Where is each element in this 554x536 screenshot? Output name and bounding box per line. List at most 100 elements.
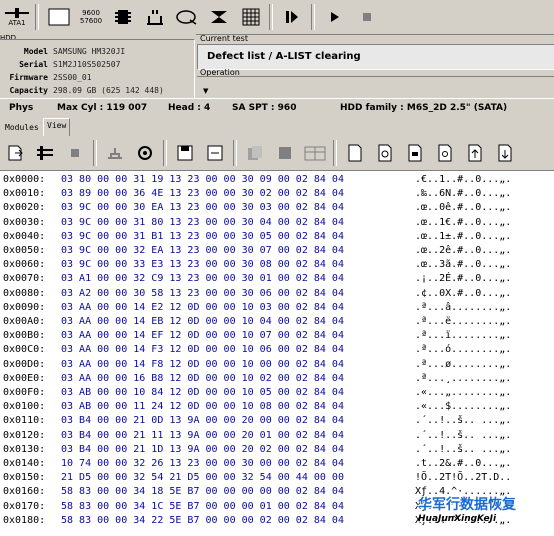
hex-row[interactable]: 0x0130: 03 B4 00 00 21 1D 13 9A 00 00 20 … [3, 443, 511, 456]
hex-bytes[interactable]: 03 A2 00 00 30 58 13 23 00 00 30 06 00 0… [61, 287, 344, 300]
disk-button[interactable] [172, 3, 202, 31]
hex-row[interactable]: 0x0090: 03 AA 00 00 14 E2 12 0D 00 00 10 … [3, 301, 511, 314]
hex-row[interactable]: 0x0160: 58 83 00 00 34 18 5E B7 00 00 00 … [3, 485, 511, 498]
hex-ascii[interactable]: .t..2&.#..0...„. [415, 457, 511, 470]
hex-ascii[interactable]: .´..!..š.. ...„. [415, 429, 511, 442]
hex-row[interactable]: 0x0020: 03 9C 00 00 30 EA 13 23 00 00 30 … [3, 201, 511, 214]
hex-row[interactable]: 0x00B0: 03 AA 00 00 14 EF 12 0D 00 00 10 … [3, 329, 511, 342]
hex-bytes[interactable]: 03 9C 00 00 31 B1 13 23 00 00 30 05 00 0… [61, 230, 344, 243]
export-button[interactable] [0, 139, 30, 167]
hex-row[interactable]: 0x0100: 03 AB 00 00 11 24 12 0D 00 00 10 … [3, 400, 511, 413]
hex-bytes[interactable]: 03 AA 00 00 16 B8 12 0D 00 00 10 02 00 0… [61, 372, 344, 385]
grid-button[interactable] [236, 3, 266, 31]
hex-bytes[interactable]: 03 89 00 00 36 4E 13 23 00 00 30 02 00 0… [61, 187, 344, 200]
stop-read-button[interactable] [60, 139, 90, 167]
hex-ascii[interactable]: .´..!..š.. ...„. [415, 443, 511, 456]
hex-bytes[interactable]: 03 9C 00 00 30 EA 13 23 00 00 30 03 00 0… [61, 201, 344, 214]
hex-bytes[interactable]: 58 83 00 00 34 1C 5E B7 00 00 00 01 00 0… [61, 500, 344, 513]
doc-gear-button[interactable] [370, 139, 400, 167]
hex-ascii[interactable]: .ª...¸........„. [415, 372, 511, 385]
hex-row[interactable]: 0x0180: 58 83 00 00 34 22 5E B7 00 00 00 … [3, 514, 511, 527]
config-button[interactable] [130, 139, 160, 167]
hex-row[interactable]: 0x00E0: 03 AA 00 00 16 B8 12 0D 00 00 10 … [3, 372, 511, 385]
hex-ascii[interactable]: .ª...ó........„. [415, 343, 511, 356]
hex-ascii[interactable]: .œ..2ê.#..0...„. [415, 244, 511, 257]
hex-bytes[interactable]: 03 AA 00 00 14 F8 12 0D 00 00 10 00 00 0… [61, 358, 344, 371]
dropdown-arrow-icon[interactable]: ▼ [203, 87, 208, 95]
remove-button[interactable] [100, 139, 130, 167]
hex-row[interactable]: 0x00A0: 03 AA 00 00 14 EB 12 0D 00 00 10 … [3, 315, 511, 328]
hex-row[interactable]: 0x0060: 03 9C 00 00 33 E3 13 23 00 00 30 … [3, 258, 511, 271]
hex-ascii[interactable]: .‰..6N.#..0...„. [415, 187, 511, 200]
hex-row[interactable]: 0x0140: 10 74 00 00 32 26 13 23 00 00 30 … [3, 457, 511, 470]
table-button[interactable] [300, 139, 330, 167]
chip-button[interactable] [108, 3, 138, 31]
hex-ascii[interactable]: .œ..0ê.#..0...„. [415, 201, 511, 214]
hex-ascii[interactable]: .ª...â........„. [415, 301, 511, 314]
hex-bytes[interactable]: 03 AB 00 00 11 24 12 0D 00 00 10 08 00 0… [61, 400, 344, 413]
step-button[interactable] [278, 3, 308, 31]
hex-bytes[interactable]: 03 B4 00 00 21 11 13 9A 00 00 20 01 00 0… [61, 429, 344, 442]
hex-row[interactable]: 0x0070: 03 A1 00 00 32 C9 13 23 00 00 30 … [3, 272, 511, 285]
hex-ascii[interactable]: .ª...ø........„. [415, 358, 511, 371]
hex-bytes[interactable]: 58 83 00 00 34 22 5E B7 00 00 00 02 00 0… [61, 514, 344, 527]
hex-row[interactable]: 0x0080: 03 A2 00 00 30 58 13 23 00 00 30 … [3, 287, 511, 300]
hex-ascii[interactable]: .€..1..#..0...„. [415, 173, 511, 186]
hex-row[interactable]: 0x0170: 58 83 00 00 34 1C 5E B7 00 00 00 … [3, 500, 511, 513]
copy-button[interactable] [240, 139, 270, 167]
hex-bytes[interactable]: 58 83 00 00 34 18 5E B7 00 00 00 00 00 0… [61, 485, 344, 498]
hex-ascii[interactable]: .«...$........„. [415, 400, 511, 413]
hex-ascii[interactable]: .¢..0X.#..0...„. [415, 287, 511, 300]
hex-bytes[interactable]: 03 80 00 00 31 19 13 23 00 00 30 09 00 0… [61, 173, 344, 186]
save-all-button[interactable] [200, 139, 230, 167]
tab-modules[interactable]: Modules [2, 121, 42, 135]
hex-row[interactable]: 0x0050: 03 9C 00 00 32 EA 13 23 00 00 30 … [3, 244, 511, 257]
hex-ascii[interactable]: .œ..1€.#..0...„. [415, 216, 511, 229]
doc-button[interactable] [340, 139, 370, 167]
settings-button[interactable] [30, 139, 60, 167]
hex-bytes[interactable]: 10 74 00 00 32 26 13 23 00 00 30 00 00 0… [61, 457, 344, 470]
hex-bytes[interactable]: 21 D5 00 00 32 54 21 D5 00 00 32 54 00 4… [61, 471, 344, 484]
hex-bytes[interactable]: 03 A1 00 00 32 C9 13 23 00 00 30 01 00 0… [61, 272, 344, 285]
hex-row[interactable]: 0x00C0: 03 AA 00 00 14 F3 12 0D 00 00 10 … [3, 343, 511, 356]
page-up-button[interactable] [460, 139, 490, 167]
hex-bytes[interactable]: 03 9C 00 00 31 80 13 23 00 00 30 04 00 0… [61, 216, 344, 229]
hex-row[interactable]: 0x00D0: 03 AA 00 00 14 F8 12 0D 00 00 10 … [3, 358, 511, 371]
ata-port-button[interactable]: ATA1 [2, 3, 32, 31]
hex-ascii[interactable]: .œ..1±.#..0...„. [415, 230, 511, 243]
platter-button[interactable] [204, 3, 234, 31]
hex-bytes[interactable]: 03 AB 00 00 10 84 12 0D 00 00 10 05 00 0… [61, 386, 344, 399]
hex-bytes[interactable]: 03 B4 00 00 21 0D 13 9A 00 00 20 00 00 0… [61, 414, 344, 427]
hex-ascii[interactable]: !Õ..2T!Õ..2T.D.. [415, 471, 511, 484]
hex-bytes[interactable]: 03 AA 00 00 14 E2 12 0D 00 00 10 03 00 0… [61, 301, 344, 314]
hex-ascii[interactable]: .¡..2É.#..0...„. [415, 272, 511, 285]
hex-view[interactable]: 0x0000: 03 80 00 00 31 19 13 23 00 00 30 … [0, 170, 554, 536]
hex-ascii[interactable]: .«...„........„. [415, 386, 511, 399]
hex-bytes[interactable]: 03 AA 00 00 14 F3 12 0D 00 00 10 06 00 0… [61, 343, 344, 356]
paste-button[interactable] [270, 139, 300, 167]
hex-ascii[interactable]: .œ..3ã.#..0...„. [415, 258, 511, 271]
hex-row[interactable]: 0x00F0: 03 AB 00 00 10 84 12 0D 00 00 10 … [3, 386, 511, 399]
hex-bytes[interactable]: 03 B4 00 00 21 1D 13 9A 00 00 20 02 00 0… [61, 443, 344, 456]
speed-9600-button[interactable] [44, 3, 74, 31]
doc-search-button[interactable] [430, 139, 460, 167]
hex-row[interactable]: 0x0010: 03 89 00 00 36 4E 13 23 00 00 30 … [3, 187, 511, 200]
hex-bytes[interactable]: 03 AA 00 00 14 EF 12 0D 00 00 10 07 00 0… [61, 329, 344, 342]
tab-view[interactable]: View [43, 118, 71, 137]
save-button[interactable] [170, 139, 200, 167]
hex-ascii[interactable]: .ª...ë........„. [415, 315, 511, 328]
stop-button[interactable] [352, 3, 382, 31]
hex-bytes[interactable]: 03 9C 00 00 32 EA 13 23 00 00 30 07 00 0… [61, 244, 344, 257]
page-down-button[interactable] [490, 139, 520, 167]
hex-row[interactable]: 0x0120: 03 B4 00 00 21 11 13 9A 00 00 20 … [3, 429, 511, 442]
doc-chip-button[interactable] [400, 139, 430, 167]
baud-button[interactable]: 9600 57600 [76, 3, 106, 31]
power-button[interactable] [140, 3, 170, 31]
hex-row[interactable]: 0x0110: 03 B4 00 00 21 0D 13 9A 00 00 20 … [3, 414, 511, 427]
hex-row[interactable]: 0x0030: 03 9C 00 00 31 80 13 23 00 00 30 … [3, 216, 511, 229]
hex-ascii[interactable]: .ª...ï........„. [415, 329, 511, 342]
hex-ascii[interactable]: .´..!..š.. ...„. [415, 414, 511, 427]
hex-row[interactable]: 0x0040: 03 9C 00 00 31 B1 13 23 00 00 30 … [3, 230, 511, 243]
hex-bytes[interactable]: 03 AA 00 00 14 EB 12 0D 00 00 10 04 00 0… [61, 315, 344, 328]
hex-row[interactable]: 0x0150: 21 D5 00 00 32 54 21 D5 00 00 32 … [3, 471, 511, 484]
